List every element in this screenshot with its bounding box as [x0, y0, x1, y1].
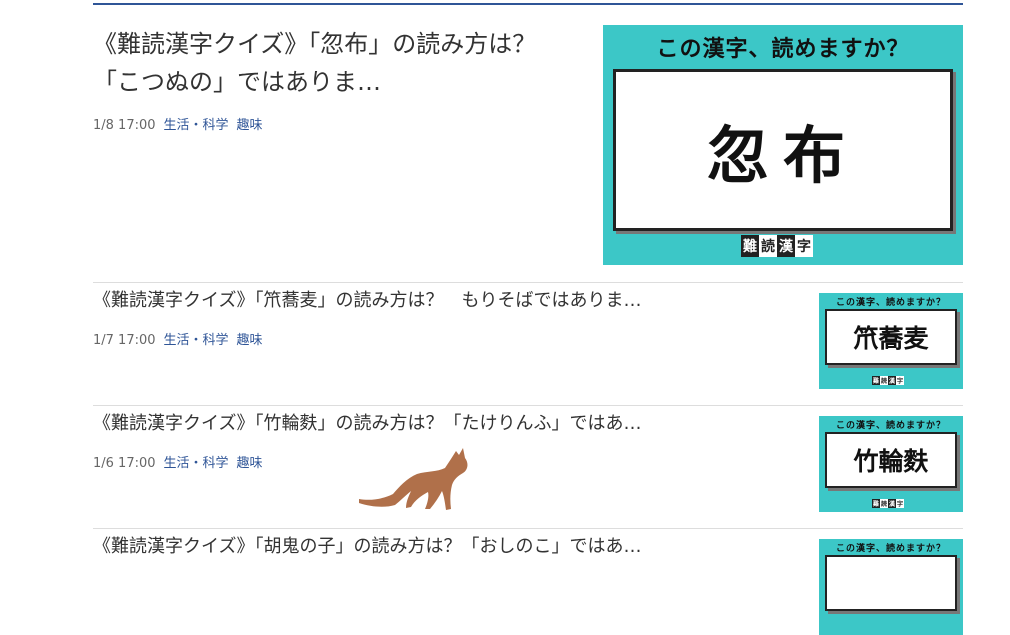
article-thumbnail[interactable]: この漢字、読めますか？ 竹輪麩 難読漢字	[819, 416, 963, 512]
thumbnail-kanji	[825, 555, 957, 611]
difficult-kanji-badge: 難読漢字	[741, 235, 813, 257]
article-title-link[interactable]: 《難読漢字クイズ》「忽布」の読み方は？「こつぬの」ではありま…	[93, 25, 563, 101]
article-meta: 1/7 17:00 生活・科学 趣味	[93, 329, 263, 348]
category-link[interactable]: 趣味	[237, 333, 263, 348]
article-thumbnail[interactable]: この漢字、読めますか？ 忽布 難読漢字	[603, 25, 963, 265]
article-thumbnail[interactable]: この漢字、読めますか？ 笊蕎麦 難読漢字	[819, 293, 963, 389]
top-rule	[93, 3, 963, 5]
article-meta: 1/6 17:00 生活・科学 趣味	[93, 452, 263, 471]
article-title-link[interactable]: 《難読漢字クイズ》「笊蕎麦」の読み方は？ もりそばではありま…	[93, 289, 641, 313]
category-link[interactable]: 生活・科学	[164, 456, 229, 471]
thumbnail-kanji: 忽布	[613, 69, 953, 231]
article-thumbnail[interactable]: この漢字、読めますか？	[819, 539, 963, 635]
category-link[interactable]: 生活・科学	[164, 118, 229, 133]
divider	[93, 282, 963, 283]
article-date: 1/6 17:00	[93, 456, 156, 471]
category-link[interactable]: 生活・科学	[164, 333, 229, 348]
thumbnail-question: この漢字、読めますか？	[656, 37, 910, 62]
category-link[interactable]: 趣味	[237, 118, 263, 133]
divider	[93, 528, 963, 529]
cat-silhouette-icon	[359, 448, 468, 510]
article-date: 1/7 17:00	[93, 333, 156, 348]
article-item: 《難読漢字クイズ》「胡鬼の子」の読み方は？「おしのこ」ではあ… この漢字、読めま…	[93, 531, 963, 635]
divider	[93, 405, 963, 406]
article-title-link[interactable]: 《難読漢字クイズ》「胡鬼の子」の読み方は？「おしのこ」ではあ…	[93, 535, 641, 559]
article-date: 1/8 17:00	[93, 118, 156, 133]
thumbnail-kanji: 笊蕎麦	[825, 309, 957, 365]
article-featured: 《難読漢字クイズ》「忽布」の読み方は？「こつぬの」ではありま… 1/8 17:0…	[93, 25, 963, 265]
article-meta: 1/8 17:00 生活・科学 趣味	[93, 114, 263, 133]
thumbnail-kanji: 竹輪麩	[825, 432, 957, 488]
thumbnail-question: この漢字、読めますか？	[835, 421, 946, 431]
difficult-kanji-badge: 難読漢字	[872, 376, 905, 385]
category-link[interactable]: 趣味	[237, 456, 263, 471]
difficult-kanji-badge: 難読漢字	[872, 499, 905, 508]
article-item: 《難読漢字クイズ》「竹輪麩」の読み方は？「たけりんふ」ではあ… 1/6 17:0…	[93, 408, 963, 512]
article-item: 《難読漢字クイズ》「笊蕎麦」の読み方は？ もりそばではありま… 1/7 17:0…	[93, 285, 963, 389]
article-title-link[interactable]: 《難読漢字クイズ》「竹輪麩」の読み方は？「たけりんふ」ではあ…	[93, 412, 641, 436]
thumbnail-question: この漢字、読めますか？	[835, 298, 946, 308]
thumbnail-question: この漢字、読めますか？	[835, 544, 946, 554]
